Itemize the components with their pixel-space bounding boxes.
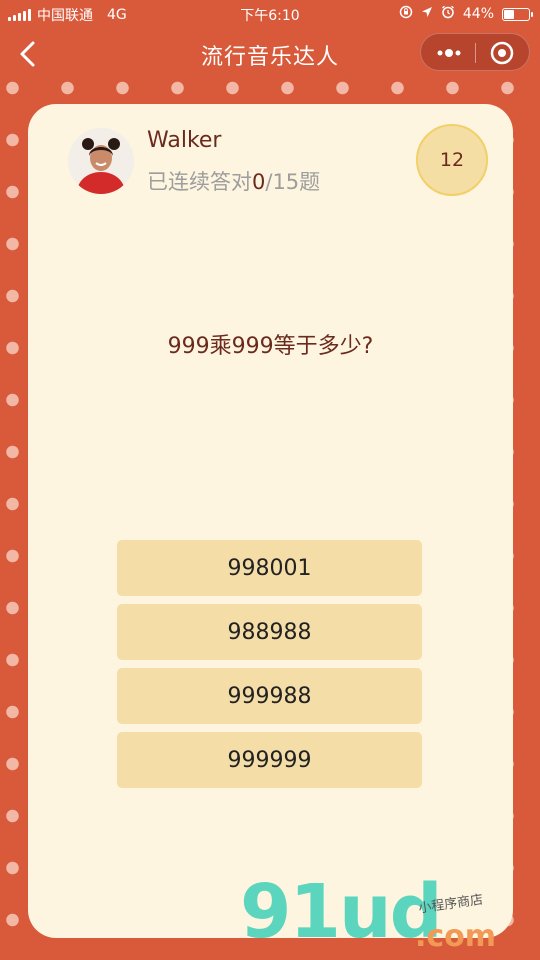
watermark-dotcom: .com [415, 919, 497, 954]
more-dots-icon [437, 49, 461, 57]
mini-program-capsule [420, 33, 530, 71]
battery-icon [502, 7, 533, 21]
countdown-timer: 12 [416, 124, 488, 196]
streak-prefix: 已连续答对 [147, 170, 252, 194]
answer-option-1[interactable]: 998001 [117, 540, 422, 596]
location-icon [421, 6, 433, 22]
close-mini-program-button[interactable] [487, 38, 517, 68]
status-bar: 中国联通 4G 下午6:10 44% [0, 0, 540, 28]
username: Walker [147, 128, 222, 153]
quiz-card: Walker 已连续答对0/15题 12 999乘999等于多少? 998001… [28, 104, 513, 938]
target-circle-icon [490, 41, 514, 65]
answer-option-2[interactable]: 988988 [117, 604, 422, 660]
streak-count: 0 [252, 170, 266, 194]
watermark: 91ud 小程序商店 .com [240, 875, 540, 960]
streak-progress: 已连续答对0/15题 [147, 166, 320, 196]
timer-value: 12 [439, 149, 465, 171]
rotation-lock-icon [399, 5, 413, 23]
nav-bar: 流行音乐达人 [0, 28, 540, 80]
alarm-icon [441, 5, 455, 23]
streak-total: /15题 [265, 170, 321, 194]
status-time: 下午6:10 [240, 8, 300, 24]
capsule-divider [475, 43, 476, 63]
answer-option-4[interactable]: 999999 [117, 732, 422, 788]
battery-fill [504, 9, 514, 19]
avatar [68, 128, 134, 194]
battery-percent: 44% [462, 6, 494, 22]
user-photo [68, 128, 134, 194]
answer-option-3[interactable]: 999988 [117, 668, 422, 724]
answer-options: 998001 988988 999988 999999 [117, 540, 422, 796]
question-text: 999乘999等于多少? [167, 334, 374, 359]
more-button[interactable] [431, 38, 467, 68]
status-right: 44% [399, 5, 533, 23]
watermark-logo: 91ud [240, 869, 443, 955]
